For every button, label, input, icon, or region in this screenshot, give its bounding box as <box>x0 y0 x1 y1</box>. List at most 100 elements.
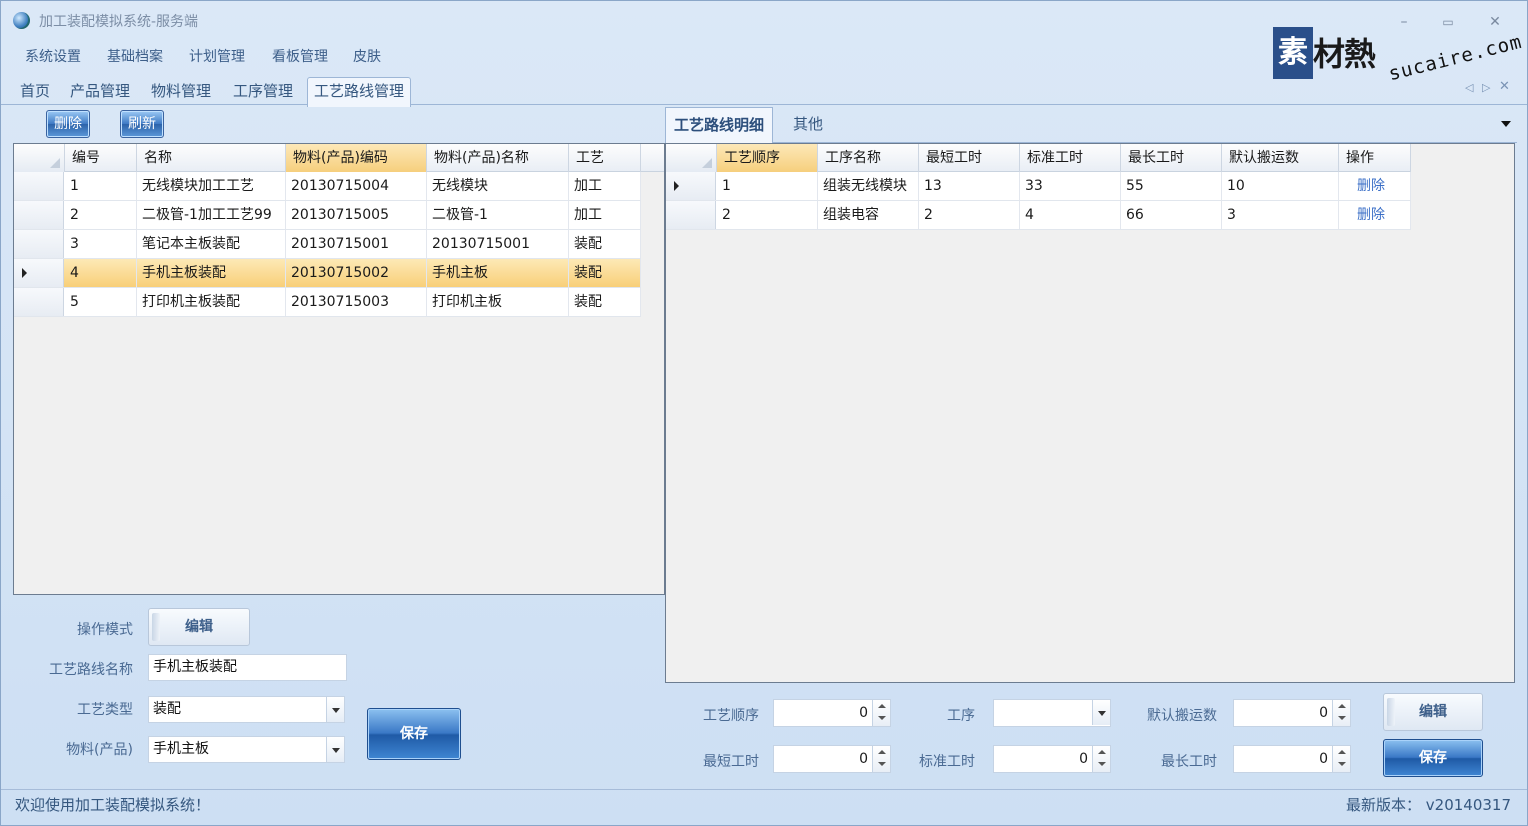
col-header-carry-count[interactable]: 默认搬运数 <box>1222 144 1339 172</box>
spinner-arrows-icon[interactable] <box>1092 746 1110 772</box>
tab-other[interactable]: 其他 <box>785 107 831 143</box>
tab-home[interactable]: 首页 <box>13 77 57 105</box>
menu-base-records[interactable]: 基础档案 <box>107 46 163 66</box>
tab-process-route-management[interactable]: 工艺路线管理 <box>307 77 412 107</box>
max-time-value: 0 <box>1319 751 1328 767</box>
cell-std-time: 33 <box>1020 172 1121 200</box>
right-panel: 工艺路线明细 其他 工艺顺序 工序名称 最短工时 标准工时 最长工时 默认搬运数… <box>665 105 1517 785</box>
menu-system-settings[interactable]: 系统设置 <box>25 46 81 66</box>
tab-dropdown-icon[interactable] <box>1501 121 1511 127</box>
row-header[interactable] <box>14 201 64 229</box>
chevron-down-icon[interactable] <box>326 697 344 722</box>
menu-skin[interactable]: 皮肤 <box>353 46 381 66</box>
row-header[interactable] <box>14 288 64 316</box>
max-time-spinner[interactable]: 0 <box>1233 745 1351 773</box>
col-header-name[interactable]: 名称 <box>137 144 286 172</box>
table-row[interactable]: 2 二极管-1加工工艺99 20130715005 二极管-1 加工 <box>14 201 641 230</box>
grid-corner <box>14 144 65 172</box>
app-window: 加工装配模拟系统-服务端 – ▭ ✕ 素 材熱 sucaire.com 系统设置… <box>0 0 1528 826</box>
col-header-action[interactable]: 操作 <box>1339 144 1411 172</box>
status-message: 欢迎使用加工装配模拟系统！ <box>15 796 211 814</box>
chevron-down-icon[interactable] <box>1092 700 1110 725</box>
proc-select[interactable] <box>993 699 1111 727</box>
min-time-spinner[interactable]: 0 <box>773 745 891 773</box>
row-header[interactable] <box>14 259 64 287</box>
tab-scroll-right-icon[interactable]: ▷ <box>1482 81 1490 94</box>
tab-scroll-left-icon[interactable]: ◁ <box>1465 81 1473 94</box>
spinner-arrows-icon[interactable] <box>872 746 890 772</box>
mode-label: 操作模式 <box>77 622 133 638</box>
detail-edit-button[interactable]: 编辑 <box>1383 693 1483 731</box>
table-row[interactable]: 2 组装电容 2 4 66 3 删除 <box>666 201 1411 230</box>
col-header-process[interactable]: 工艺 <box>569 144 641 172</box>
col-header-id[interactable]: 编号 <box>65 144 137 172</box>
tab-close-icon[interactable]: ✕ <box>1499 79 1510 94</box>
cell-material-code: 20130715002 <box>286 259 427 287</box>
delete-button[interactable]: 删除 <box>46 110 90 138</box>
route-name-input[interactable]: 手机主板装配 <box>148 654 347 681</box>
cell-min-time: 13 <box>919 172 1020 200</box>
cell-min-time: 2 <box>919 201 1020 229</box>
carry-spinner[interactable]: 0 <box>1233 699 1351 727</box>
table-row-selected[interactable]: 1 组装无线模块 13 33 55 10 删除 <box>666 172 1411 201</box>
spinner-arrows-icon[interactable] <box>1332 746 1350 772</box>
col-header-material-code[interactable]: 物料(产品)编码 <box>286 144 427 172</box>
row-header[interactable] <box>666 172 716 200</box>
grid-corner <box>666 144 717 172</box>
status-bar: 欢迎使用加工装配模拟系统！ 最新版本： v20140317 <box>1 789 1527 825</box>
carry-value: 0 <box>1319 705 1328 721</box>
cell-material-code: 20130715004 <box>286 172 427 200</box>
row-header[interactable] <box>14 172 64 200</box>
proc-label: 工序 <box>947 708 975 724</box>
menu-plan-management[interactable]: 计划管理 <box>189 46 245 66</box>
delete-link[interactable]: 删除 <box>1339 201 1411 229</box>
cell-id: 4 <box>65 259 137 287</box>
table-row[interactable]: 5 打印机主板装配 20130715003 打印机主板 装配 <box>14 288 641 317</box>
chevron-down-icon[interactable] <box>326 737 344 762</box>
col-header-proc-name[interactable]: 工序名称 <box>818 144 919 172</box>
refresh-button[interactable]: 刷新 <box>120 110 164 138</box>
route-save-button[interactable]: 保存 <box>367 708 461 760</box>
left-toolbar: 删除 刷新 <box>13 105 665 143</box>
min-time-value: 0 <box>859 751 868 767</box>
tab-route-detail[interactable]: 工艺路线明细 <box>665 107 774 143</box>
cell-proc-name: 组装无线模块 <box>818 172 919 200</box>
route-edit-form: 操作模式 编辑 工艺路线名称 手机主板装配 工艺类型 装配 物料(产品) 手机主… <box>13 597 665 785</box>
row-header[interactable] <box>666 201 716 229</box>
tab-product-management[interactable]: 产品管理 <box>63 77 137 105</box>
table-row-selected[interactable]: 4 手机主板装配 20130715002 手机主板 装配 <box>14 259 641 288</box>
table-row[interactable]: 3 笔记本主板装配 20130715001 20130715001 装配 <box>14 230 641 259</box>
seq-spinner[interactable]: 0 <box>773 699 891 727</box>
row-header[interactable] <box>14 230 64 258</box>
col-header-material-name[interactable]: 物料(产品)名称 <box>427 144 569 172</box>
cell-name: 笔记本主板装配 <box>137 230 286 258</box>
current-row-icon <box>674 181 679 191</box>
min-time-label: 最短工时 <box>703 754 759 770</box>
process-type-select[interactable]: 装配 <box>148 696 345 723</box>
cell-process: 装配 <box>569 230 641 258</box>
cell-id: 1 <box>65 172 137 200</box>
table-row[interactable]: 1 无线模块加工工艺 20130715004 无线模块 加工 <box>14 172 641 201</box>
spinner-arrows-icon[interactable] <box>872 700 890 726</box>
cell-id: 3 <box>65 230 137 258</box>
mode-edit-button[interactable]: 编辑 <box>148 608 250 646</box>
cell-seq: 1 <box>717 172 818 200</box>
carry-label: 默认搬运数 <box>1147 708 1217 724</box>
std-time-value: 0 <box>1079 751 1088 767</box>
col-header-max-time[interactable]: 最长工时 <box>1121 144 1222 172</box>
cell-std-time: 4 <box>1020 201 1121 229</box>
col-header-min-time[interactable]: 最短工时 <box>919 144 1020 172</box>
menu-board-management[interactable]: 看板管理 <box>272 46 328 66</box>
col-header-seq[interactable]: 工艺顺序 <box>717 144 818 172</box>
cell-process: 装配 <box>569 288 641 316</box>
spinner-arrows-icon[interactable] <box>1332 700 1350 726</box>
tab-material-management[interactable]: 物料管理 <box>144 77 218 105</box>
detail-save-button[interactable]: 保存 <box>1383 739 1483 777</box>
material-select[interactable]: 手机主板 <box>148 736 345 763</box>
col-header-std-time[interactable]: 标准工时 <box>1020 144 1121 172</box>
tab-process-management[interactable]: 工序管理 <box>226 77 300 105</box>
delete-link[interactable]: 删除 <box>1339 172 1411 200</box>
route-grid-header: 编号 名称 物料(产品)编码 物料(产品)名称 工艺 <box>14 144 664 172</box>
std-time-spinner[interactable]: 0 <box>993 745 1111 773</box>
cell-material-name: 无线模块 <box>427 172 569 200</box>
